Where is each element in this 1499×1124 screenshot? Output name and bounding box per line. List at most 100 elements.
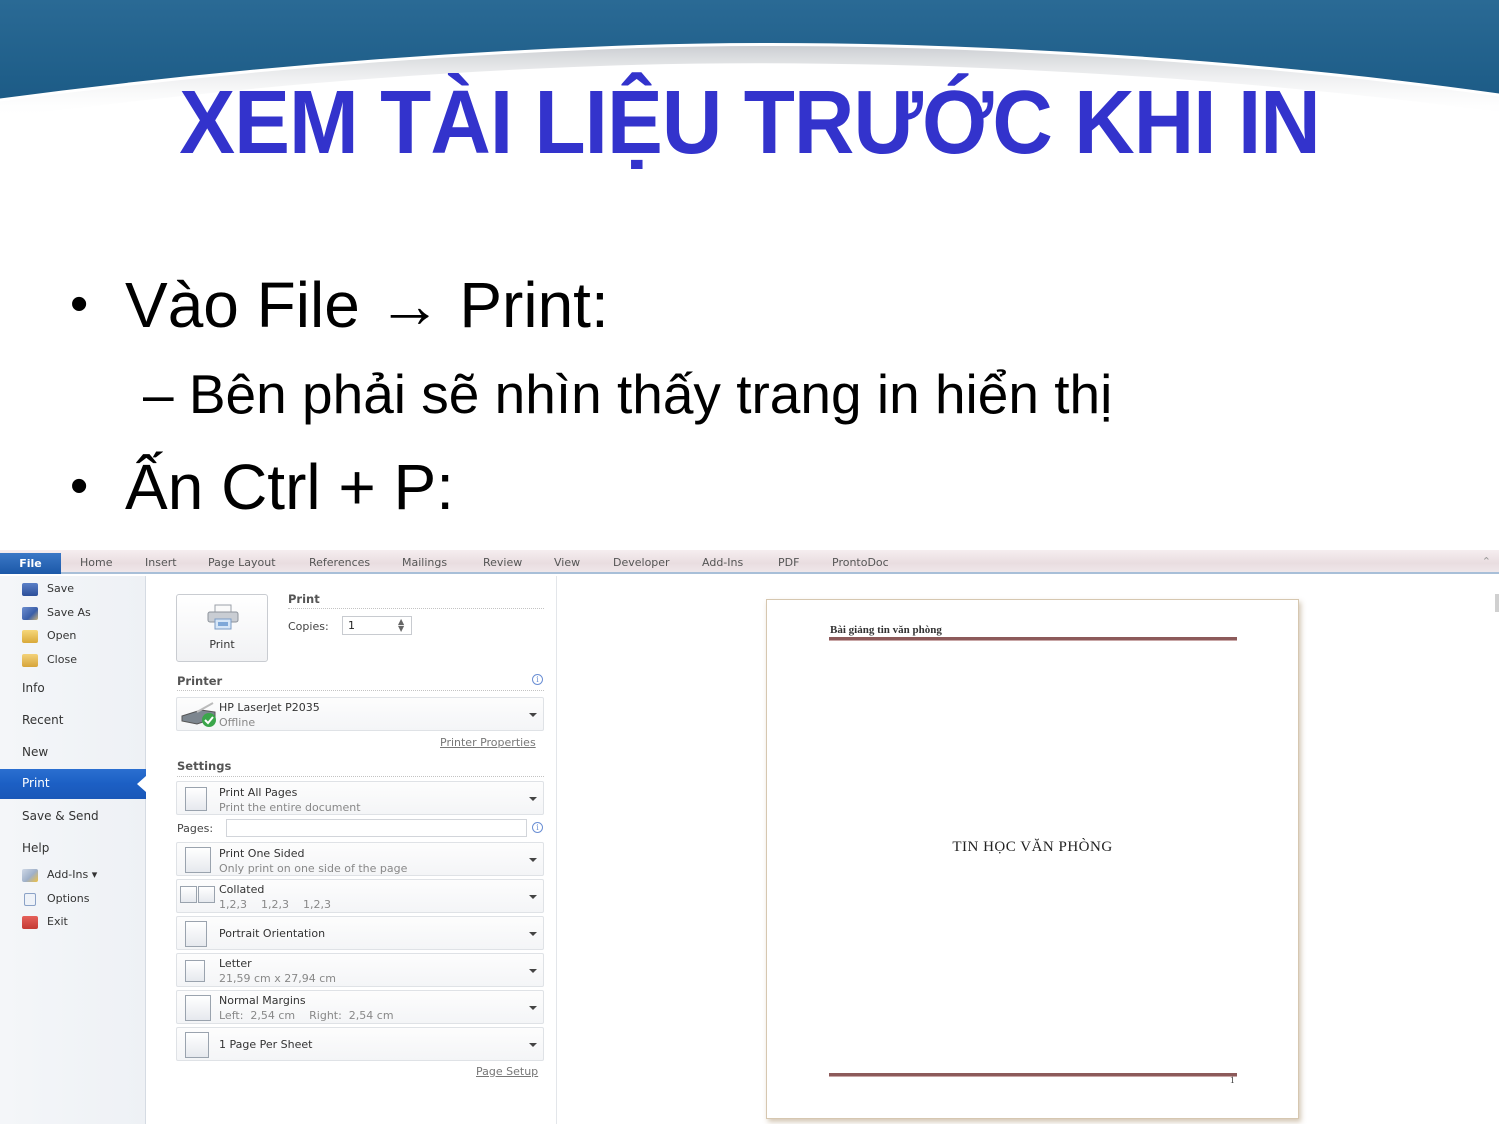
chevron-down-icon [529,895,537,899]
tab-add-ins[interactable]: Add-Ins [702,556,743,569]
bullet-dot: • [70,275,89,333]
nav-print[interactable]: Print [0,769,146,799]
orientation-dropdown[interactable]: Portrait Orientation [176,916,544,950]
printer-section-title: Printer [177,674,223,688]
options-icon [24,893,36,906]
nav-close[interactable]: Close [0,647,146,675]
slide-title: XEM TÀI LIỆU TRƯỚC KHI IN [179,73,1321,173]
bullet-item: • Vào File → Print: [70,268,609,342]
copies-label: Copies: [288,620,329,633]
margins-dropdown[interactable]: Normal Margins Left: 2,54 cm Right: 2,54… [176,990,544,1024]
nav-recent[interactable]: Recent [0,707,146,735]
paper-size-dropdown[interactable]: Letter 21,59 cm x 27,94 cm [176,953,544,987]
setting-title: Print One Sided [219,847,305,860]
tab-insert[interactable]: Insert [145,556,177,569]
ribbon-tabs: File Home Insert Page Layout References … [0,550,1499,574]
print-preview-area: Bài giảng tin văn phòng TIN HỌC VĂN PHÒN… [558,576,1499,1124]
page-header-text: Bài giảng tin văn phòng [830,624,942,636]
footer-rule [829,1076,1237,1077]
bullet-text: Ấn Ctrl + P: [125,451,454,523]
page-number: 1 [1230,1075,1235,1085]
page-setup-link[interactable]: Page Setup [476,1065,538,1078]
setting-subtitle: 21,59 cm x 27,94 cm [219,972,337,985]
print-button-label: Print [209,638,235,651]
print-button[interactable]: Print [176,594,268,662]
settings-section-title: Settings [177,759,232,773]
sides-dropdown[interactable]: Print One Sided Only print on one side o… [176,842,544,876]
bullet-dot: • [70,457,89,515]
printer-status-icon [181,702,216,727]
nav-label: Add-Ins ▾ [47,868,98,881]
nav-label: Open [47,629,77,642]
nav-save-send[interactable]: Save & Send [0,803,146,831]
setting-title: Letter [219,957,252,970]
pages-input[interactable] [226,819,527,837]
chevron-down-icon [529,1006,537,1010]
bullet-item: • Ấn Ctrl + P: [70,450,454,524]
portrait-page-icon [185,921,207,947]
one-sided-icon [185,847,211,873]
collation-dropdown[interactable]: Collated 1,2,3 1,2,3 1,2,3 [176,879,544,913]
print-section-title: Print [288,592,320,606]
printer-properties-link[interactable]: Printer Properties [440,736,536,749]
chevron-down-icon [529,1043,537,1047]
add-ins-icon [22,869,38,882]
chevron-down-icon [529,969,537,973]
nav-label: Options [47,892,90,905]
vertical-scrollbar[interactable] [1495,594,1499,612]
printer-name: HP LaserJet P2035 [219,701,320,714]
sub-bullet-item: – Bên phải sẽ nhìn thấy trang in hiển th… [143,362,1112,426]
tab-view[interactable]: View [554,556,580,569]
nav-label: Close [47,653,77,666]
paper-size-icon [185,960,205,982]
save-icon [22,583,38,596]
document-title: TIN HỌC VĂN PHÒNG [952,839,1113,855]
printer-dropdown[interactable]: HP LaserJet P2035 Offline [176,697,544,731]
save-as-icon [22,607,38,620]
margins-icon [185,995,211,1021]
printer-status: Offline [219,716,256,729]
tab-developer[interactable]: Developer [613,556,670,569]
nav-label: Save & Send [22,809,99,823]
page-per-sheet-icon [185,1032,209,1058]
nav-label: Help [22,841,50,855]
chevron-down-icon [529,932,537,936]
bullet-text: Vào File → Print: [125,269,609,341]
pages-label: Pages: [177,822,214,835]
minimize-ribbon-icon[interactable]: ⌃ [1482,555,1491,568]
nav-label: Print [22,776,50,790]
pages-per-sheet-dropdown[interactable]: 1 Page Per Sheet [176,1027,544,1061]
nav-label: Save [47,582,75,595]
setting-subtitle: 1,2,3 1,2,3 1,2,3 [219,898,331,911]
tab-review[interactable]: Review [483,556,522,569]
info-icon[interactable]: i [532,674,543,685]
word-print-backstage: File Home Insert Page Layout References … [0,550,1499,1124]
nav-help[interactable]: Help [0,835,146,863]
tab-pdf[interactable]: PDF [778,556,799,569]
tab-references[interactable]: References [309,556,370,569]
nav-label: Save As [47,606,91,619]
nav-info[interactable]: Info [0,675,146,703]
nav-label: Recent [22,713,64,727]
close-folder-icon [22,654,38,667]
copies-spinner[interactable]: ▲ ▼ [398,618,404,633]
tab-file[interactable]: File [0,553,61,574]
print-range-dropdown[interactable]: Print All Pages Print the entire documen… [176,781,544,815]
pages-icon [185,787,207,811]
setting-subtitle: Only print on one side of the page [219,862,408,875]
setting-subtitle: Print the entire document [219,801,361,814]
nav-new[interactable]: New [0,739,146,767]
tab-prontodoc[interactable]: ProntoDoc [832,556,889,569]
nav-exit[interactable]: Exit [0,909,146,937]
tab-page-layout[interactable]: Page Layout [208,556,276,569]
preview-page: Bài giảng tin văn phòng TIN HỌC VĂN PHÒN… [766,599,1299,1119]
tab-home[interactable]: Home [80,556,112,569]
open-folder-icon [22,630,38,643]
setting-title: Print All Pages [219,786,298,799]
nav-label: New [22,745,49,759]
collated-icon [180,886,197,903]
tab-mailings[interactable]: Mailings [402,556,447,569]
info-icon[interactable]: i [532,822,543,833]
nav-label: Info [22,681,45,695]
chevron-down-icon [529,713,537,717]
